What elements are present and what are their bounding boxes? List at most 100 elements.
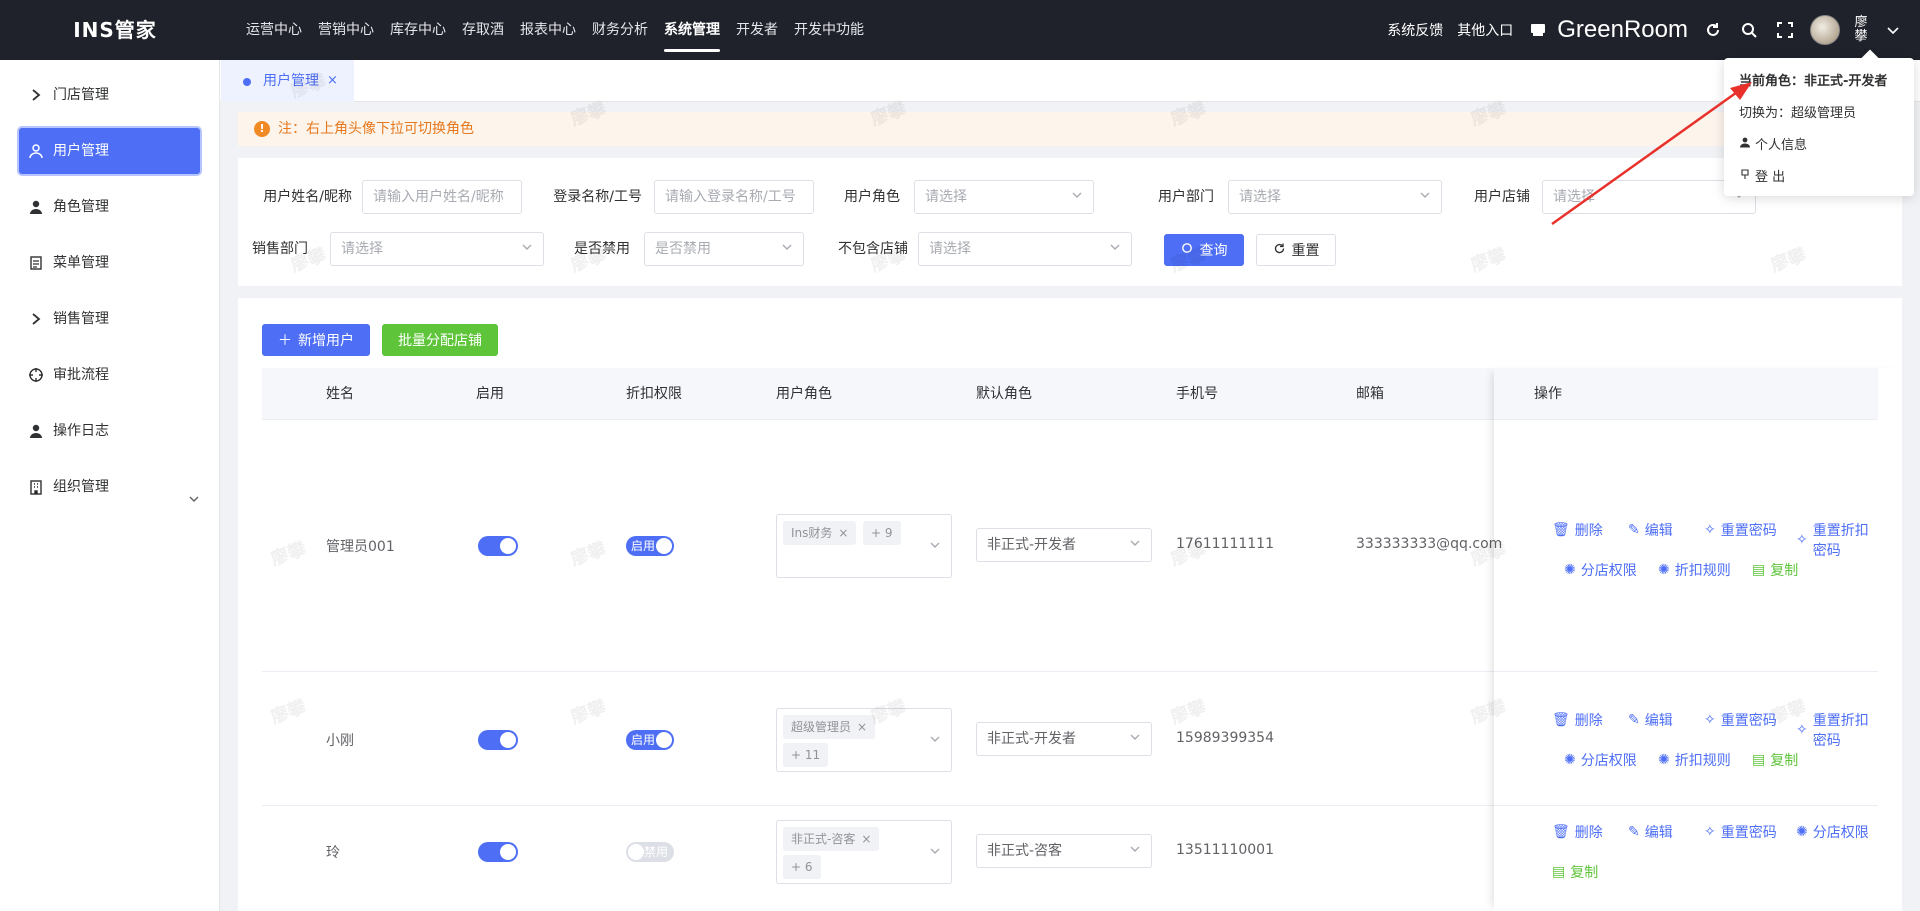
gear-icon: ✺ — [1564, 562, 1576, 578]
copy-button[interactable]: ▤ 复制 — [1552, 862, 1598, 882]
nav-item-system[interactable]: 系统管理 — [656, 0, 728, 60]
sidebar-item-roles[interactable]: 角色管理 — [19, 184, 200, 230]
switch-role-item[interactable]: 切换为：超级管理员 — [1739, 102, 1856, 121]
role-tag: Ins财务 × — [783, 521, 857, 545]
edit-button[interactable]: ✎ 编辑 — [1628, 710, 1673, 730]
discount-rule-button[interactable]: ✺ 折扣规则 — [1658, 750, 1731, 770]
delete-button[interactable]: 🗑 删除 — [1552, 710, 1603, 730]
logout-item[interactable]: 登 出 — [1739, 166, 1785, 185]
chevron-down-icon[interactable] — [1882, 19, 1904, 41]
login-input[interactable]: 请输入登录名称/工号 — [654, 180, 814, 214]
sidebar-item-label: 用户管理 — [53, 143, 109, 159]
roles-select[interactable]: Ins财务 × + 9 — [776, 514, 952, 578]
sidebar-item-logs[interactable]: 操作日志 — [19, 408, 200, 454]
col-email: 邮箱 — [1356, 386, 1384, 402]
enabled-switch[interactable] — [478, 730, 518, 750]
col-name: 姓名 — [326, 386, 354, 402]
trash-icon: 🗑 — [1552, 712, 1570, 728]
close-icon[interactable]: × — [861, 832, 871, 846]
close-icon[interactable]: × — [327, 60, 338, 102]
edit-button[interactable]: ✎ 编辑 — [1628, 520, 1673, 540]
tab-user-management[interactable]: 用户管理 × — [221, 60, 354, 102]
name-input[interactable]: 请输入用户姓名/昵称 — [362, 180, 522, 214]
nav-item-reports[interactable]: 报表中心 — [512, 0, 584, 60]
op-label: 编辑 — [1644, 523, 1673, 539]
profile-item[interactable]: 个人信息 — [1739, 134, 1807, 153]
nav-item-operations[interactable]: 运营中心 — [238, 0, 310, 60]
add-user-button[interactable]: ＋ 新增用户 — [262, 324, 370, 356]
role-select[interactable]: 请选择 — [914, 180, 1094, 214]
gear-icon: ✺ — [1658, 562, 1670, 578]
discount-switch[interactable]: 启用 — [626, 536, 674, 556]
feedback-link[interactable]: 系统反馈 — [1387, 20, 1443, 40]
close-icon[interactable]: × — [857, 720, 867, 734]
tab-label: 用户管理 — [263, 73, 319, 89]
discount-switch[interactable]: 启用 — [626, 730, 674, 750]
sidebar-item-users[interactable]: 用户管理 — [19, 128, 200, 174]
col-roles: 用户角色 — [776, 386, 832, 402]
sidebar-item-menus[interactable]: 菜单管理 — [19, 240, 200, 286]
refresh-icon[interactable] — [1702, 19, 1724, 41]
op-label: 重置密码 — [1720, 523, 1777, 539]
reset-discount-password-button[interactable]: ✧ 重置折扣密码 — [1796, 520, 1878, 560]
nav-item-inventory[interactable]: 库存中心 — [382, 0, 454, 60]
login-label: 登录名称/工号 — [553, 189, 642, 205]
edit-button[interactable]: ✎ 编辑 — [1628, 822, 1673, 842]
close-icon[interactable]: × — [838, 526, 848, 540]
target-icon — [27, 366, 45, 384]
nav-item-wine-storage[interactable]: 存取酒 — [454, 0, 512, 60]
avatar[interactable] — [1810, 15, 1840, 45]
other-entry-link[interactable]: 其他入口 — [1457, 20, 1513, 40]
disabled-placeholder: 是否禁用 — [655, 241, 711, 257]
store-permission-button[interactable]: ✺ 分店权限 — [1564, 750, 1637, 770]
default-role-select[interactable]: 非正式-咨客 — [976, 834, 1152, 868]
default-role-select[interactable]: 非正式-开发者 — [976, 528, 1152, 562]
copy-button[interactable]: ▤ 复制 — [1752, 750, 1798, 770]
sidebar-item-sales[interactable]: 销售管理 — [19, 296, 200, 342]
reset-password-button[interactable]: ✧ 重置密码 — [1704, 822, 1777, 842]
col-phone: 手机号 — [1176, 386, 1218, 402]
reset-password-button[interactable]: ✧ 重置密码 — [1704, 520, 1777, 540]
user-icon — [27, 142, 45, 160]
delete-button[interactable]: 🗑 删除 — [1552, 520, 1603, 540]
default-role-select[interactable]: 非正式-开发者 — [976, 722, 1152, 756]
table-row: 玲 禁用 非正式-咨客 × + 6 非正式-咨客 13511110001 🗑 删除 … — [262, 806, 1878, 911]
store-switcher[interactable]: GreenRoom — [1527, 16, 1688, 44]
role-placeholder: 请选择 — [925, 189, 967, 205]
sales-select[interactable]: 请选择 — [330, 232, 544, 266]
search-button[interactable]: 查询 — [1164, 234, 1244, 266]
discount-switch[interactable]: 禁用 — [626, 842, 674, 862]
exclude-select[interactable]: 请选择 — [918, 232, 1132, 266]
reset-button[interactable]: 重置 — [1256, 234, 1336, 266]
fullscreen-icon[interactable] — [1774, 19, 1796, 41]
user-name[interactable]: 廖攀 — [1854, 16, 1868, 44]
search-icon[interactable] — [1738, 19, 1760, 41]
discount-rule-button[interactable]: ✺ 折扣规则 — [1658, 560, 1731, 580]
sidebar-item-org[interactable]: 组织管理 — [19, 464, 200, 510]
reset-password-button[interactable]: ✧ 重置密码 — [1704, 710, 1777, 730]
nav-item-developer[interactable]: 开发者 — [728, 0, 786, 60]
default-role-value: 非正式-咨客 — [987, 843, 1063, 859]
enabled-switch[interactable] — [478, 536, 518, 556]
edit-icon: ✎ — [1628, 824, 1640, 840]
chevron-down-icon — [1109, 233, 1121, 265]
nav-item-finance[interactable]: 财务分析 — [584, 0, 656, 60]
sidebar-item-approval[interactable]: 审批流程 — [19, 352, 200, 398]
roles-select[interactable]: 超级管理员 × + 11 — [776, 708, 952, 772]
sidebar-item-label: 组织管理 — [53, 479, 109, 495]
reset-discount-password-button[interactable]: ✧ 重置折扣密码 — [1796, 710, 1878, 750]
delete-button[interactable]: 🗑 删除 — [1552, 822, 1603, 842]
enabled-switch[interactable] — [478, 842, 518, 862]
dept-select[interactable]: 请选择 — [1228, 180, 1442, 214]
roles-select[interactable]: 非正式-咨客 × + 6 — [776, 820, 952, 884]
store-permission-button[interactable]: ✺ 分店权限 — [1564, 560, 1637, 580]
nav-item-in-dev[interactable]: 开发中功能 — [786, 0, 872, 60]
store-permission-button[interactable]: ✺ 分店权限 — [1796, 822, 1869, 842]
disabled-select[interactable]: 是否禁用 — [644, 232, 804, 266]
nav-item-marketing[interactable]: 营销中心 — [310, 0, 382, 60]
batch-assign-button[interactable]: 批量分配店铺 — [382, 324, 498, 356]
app-logo[interactable]: INS管家 — [0, 0, 230, 60]
sidebar-item-stores[interactable]: 门店管理 — [19, 72, 200, 118]
copy-button[interactable]: ▤ 复制 — [1752, 560, 1798, 580]
role-tag: 超级管理员 × — [783, 715, 876, 739]
